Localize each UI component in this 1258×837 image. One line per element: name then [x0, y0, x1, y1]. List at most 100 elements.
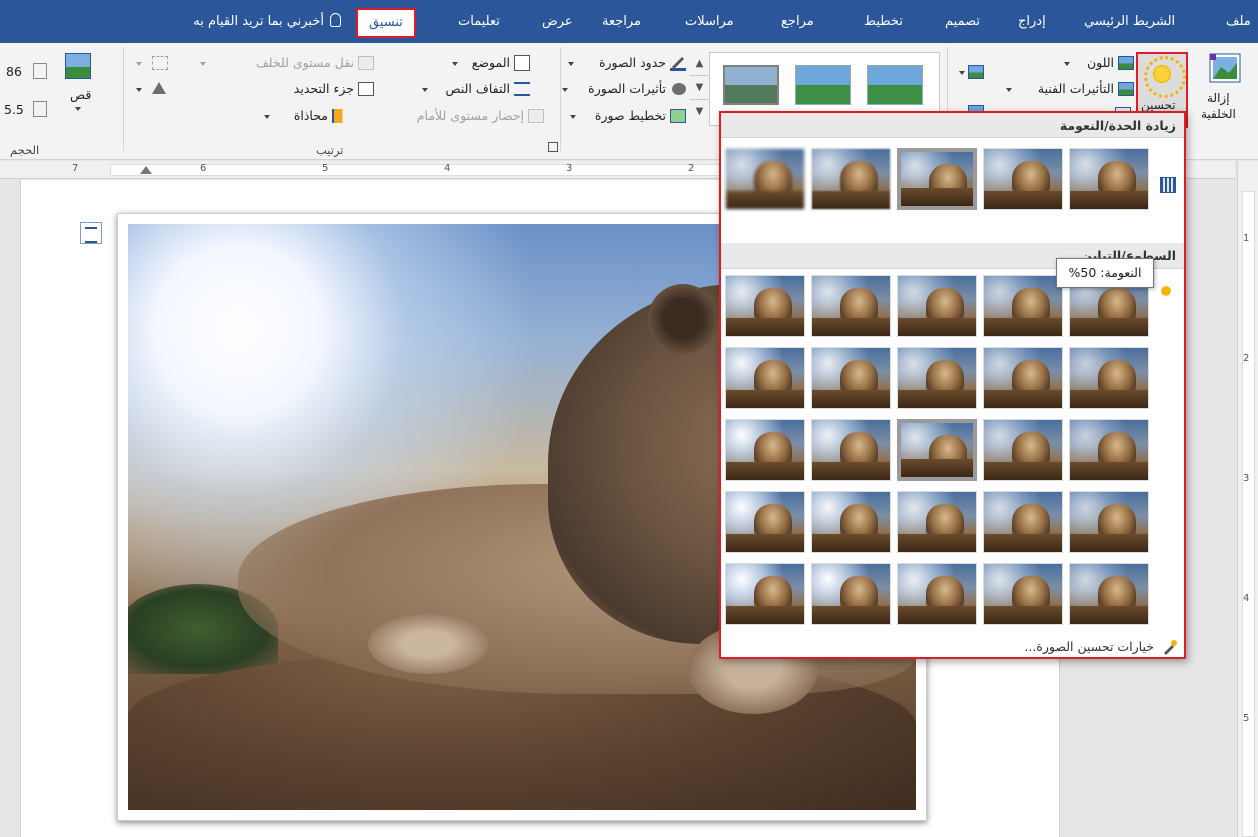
bring-forward-button[interactable]: إحضار مستوى للأمام [354, 107, 544, 127]
corrections-gallery: زيادة الحدة/النعومة السطوع/التباين خيارا… [719, 111, 1186, 659]
tab-review[interactable]: مراجعة [602, 9, 641, 35]
correction-preset-thumbnail[interactable] [897, 275, 977, 337]
tab-help[interactable]: تعليمات [458, 9, 500, 35]
correction-preset-thumbnail[interactable] [983, 419, 1063, 481]
correction-preset-thumbnail[interactable] [725, 148, 805, 210]
height-field[interactable]: 86 [0, 61, 54, 83]
tell-me-box[interactable]: أخبرني بما تريد القيام به [136, 9, 341, 35]
align-icon [332, 109, 348, 123]
correction-preset-thumbnail[interactable] [725, 563, 805, 625]
wrap-text-button[interactable]: التفاف النص [420, 80, 530, 100]
correction-preset-thumbnail[interactable] [1069, 148, 1149, 210]
correction-preset-thumbnail[interactable] [897, 148, 977, 210]
correction-preset-thumbnail[interactable] [1069, 563, 1149, 625]
chevron-down-icon [136, 88, 142, 92]
picture-layout-button[interactable]: تخطيط صورة [568, 107, 686, 127]
picture-style-1[interactable] [867, 65, 923, 105]
wrap-text-icon [514, 82, 530, 96]
sun-icon [1144, 56, 1186, 98]
position-button[interactable]: الموضع [450, 54, 530, 74]
spinner-icon[interactable] [33, 101, 47, 117]
picture-corrections-options[interactable]: خيارات تحسين الصورة... [721, 637, 1184, 659]
tab-mailings[interactable]: مراسلات [685, 9, 734, 35]
correction-preset-thumbnail[interactable] [811, 148, 891, 210]
correction-preset-thumbnail[interactable] [897, 347, 977, 409]
remove-background-label-2: الخلفية [1201, 107, 1236, 121]
picture-style-2[interactable] [795, 65, 851, 105]
correction-preset-thumbnail[interactable] [725, 419, 805, 481]
tab-layout[interactable]: تخطيط [864, 9, 903, 35]
group-button[interactable] [134, 54, 174, 74]
gallery-down-icon[interactable]: ▼ [690, 76, 709, 100]
spinner-icon[interactable] [33, 63, 47, 79]
color-button[interactable]: اللون [1062, 54, 1134, 74]
dialog-launcher-icon[interactable] [548, 142, 558, 152]
remove-background-button[interactable]: إزالة الخلفية [1197, 49, 1253, 133]
tab-file[interactable]: ملف [1226, 9, 1251, 35]
correction-preset-thumbnail[interactable] [1069, 419, 1149, 481]
thumbnail-rock [898, 606, 976, 624]
correction-preset-thumbnail[interactable] [1069, 491, 1149, 553]
correction-preset-thumbnail[interactable] [983, 563, 1063, 625]
gallery-more-icon[interactable]: ▼ [690, 100, 709, 124]
lightbulb-icon [330, 13, 341, 27]
correction-preset-thumbnail[interactable] [811, 563, 891, 625]
thumbnail-rock [812, 390, 890, 408]
artistic-effects-label: التأثيرات الفنية [1037, 81, 1114, 96]
correction-preset-thumbnail[interactable] [811, 419, 891, 481]
tooltip: النعومة: 50% [1056, 258, 1154, 288]
gallery-up-icon[interactable]: ▲ [690, 52, 709, 76]
rotate-button[interactable] [134, 80, 174, 100]
thumbnail-rock [1070, 318, 1148, 336]
thumbnail-rock [984, 318, 1062, 336]
correction-preset-thumbnail[interactable] [811, 275, 891, 337]
chevron-down-icon [75, 107, 81, 111]
picture-layout-icon [670, 109, 686, 123]
tab-design[interactable]: تصميم [945, 9, 980, 35]
artistic-effects-button[interactable]: التأثيرات الفنية [1004, 80, 1134, 100]
correction-preset-thumbnail[interactable] [983, 491, 1063, 553]
gallery-scroll[interactable]: ▲ ▼ ▼ [690, 52, 710, 126]
photo-lion-ear [648, 284, 718, 354]
correction-preset-thumbnail[interactable] [811, 347, 891, 409]
correction-preset-thumbnail[interactable] [983, 347, 1063, 409]
correction-preset-thumbnail[interactable] [1069, 347, 1149, 409]
correction-preset-thumbnail[interactable] [897, 563, 977, 625]
crop-button[interactable]: قص [58, 51, 98, 131]
chevron-down-icon [959, 71, 965, 75]
send-backward-label: نقل مستوى للخلف [255, 55, 354, 70]
align-button[interactable]: محاذاة [262, 107, 348, 127]
layout-options-icon[interactable] [80, 222, 102, 244]
correction-preset-thumbnail[interactable] [983, 148, 1063, 210]
correction-preset-thumbnail[interactable] [725, 275, 805, 337]
correction-preset-thumbnail[interactable] [811, 491, 891, 553]
correction-preset-thumbnail[interactable] [725, 347, 805, 409]
picture-effects-icon [672, 83, 686, 95]
correction-preset-thumbnail[interactable] [725, 491, 805, 553]
picture-border-button[interactable]: حدود الصورة [566, 54, 686, 74]
ruler-number: 2 [688, 163, 695, 174]
width-field[interactable]: 5.5 [0, 99, 54, 121]
height-value: 86 [6, 64, 22, 79]
correction-preset-thumbnail[interactable] [983, 275, 1063, 337]
tab-format[interactable]: تنسيق [356, 8, 416, 38]
tab-references[interactable]: مراجع [781, 9, 814, 35]
send-backward-button[interactable]: نقل مستوى للخلف [198, 54, 374, 74]
correction-preset-thumbnail[interactable] [897, 491, 977, 553]
pen-icon [670, 55, 686, 71]
picture-style-3[interactable] [723, 65, 779, 105]
correction-preset-thumbnail[interactable] [897, 419, 977, 481]
indent-marker-icon[interactable] [140, 166, 152, 174]
tab-view[interactable]: عرض [542, 9, 573, 35]
group-icon [152, 56, 168, 70]
width-value: 5.5 [4, 102, 24, 117]
corrections-options-icon [1162, 639, 1178, 655]
bring-forward-label: إحضار مستوى للأمام [416, 108, 524, 123]
tab-insert[interactable]: إدراج [1018, 9, 1046, 35]
tab-home[interactable]: الشريط الرئيسي [1084, 9, 1175, 35]
thumbnail-rock [984, 534, 1062, 552]
picture-effects-button[interactable]: تأثيرات الصورة [560, 80, 686, 100]
chevron-down-icon [1064, 62, 1070, 66]
selection-pane-button[interactable]: جزء التحديد [244, 80, 374, 100]
change-picture-button[interactable] [958, 63, 988, 81]
